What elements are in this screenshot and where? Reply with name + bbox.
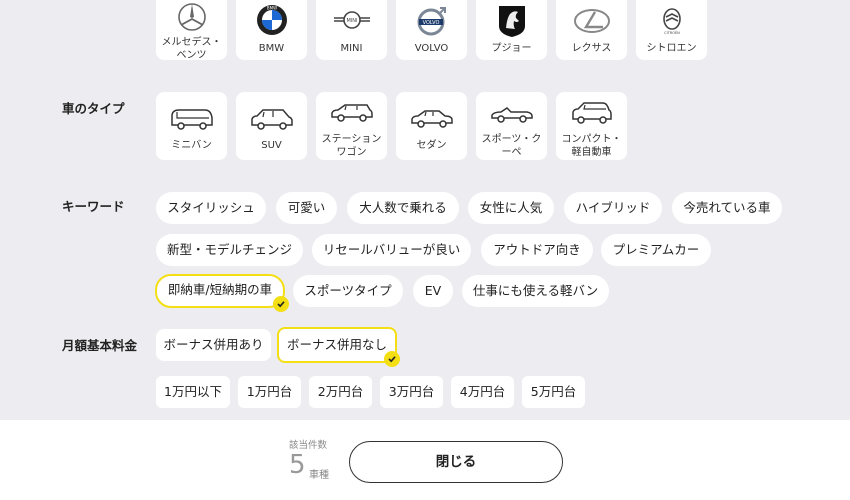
price-option-chip[interactable]: 5万円台 <box>522 376 585 408</box>
keyword-chip[interactable]: 仕事にも使える軽バン <box>462 275 609 307</box>
bonus-option-chip[interactable]: ボーナス併用あり <box>156 329 271 361</box>
price-option-chip[interactable]: 2万円台 <box>309 376 372 408</box>
brand-card-lexus[interactable]: レクサス <box>556 0 627 60</box>
check-icon <box>273 296 289 312</box>
keyword-section-title: キーワード <box>62 199 125 214</box>
brand-label: レクサス <box>571 43 612 54</box>
monthly-fee-section-title: 月額基本料金 <box>62 338 138 353</box>
car-type-card-suv[interactable]: SUV <box>236 92 307 160</box>
brand-label: VOLVO <box>414 43 449 54</box>
car-type-card-sports-coupe[interactable]: スポーツ・ク ーペ <box>476 92 547 160</box>
mini-logo-icon: MINI <box>316 10 387 30</box>
suv-icon <box>236 106 307 132</box>
result-count-value: 5 <box>289 450 306 480</box>
brand-label: BMW <box>258 43 285 54</box>
station-wagon-icon <box>316 102 387 124</box>
brand-card-mini[interactable]: MINI MINI <box>316 0 387 60</box>
svg-text:VOLVO: VOLVO <box>422 20 439 26</box>
filter-panel: メルセデス・ ベンツ BMW BMW MINI MINI VOLVO VOLVO… <box>0 0 850 420</box>
car-type-label: SUV <box>261 140 282 151</box>
car-type-card-minivan[interactable]: ミニバン <box>156 92 227 160</box>
price-option-chip[interactable]: 1万円台 <box>238 376 301 408</box>
keyword-chip[interactable]: 大人数で乗れる <box>347 192 459 224</box>
sports-coupe-icon <box>476 104 547 124</box>
brand-card-volvo[interactable]: VOLVO VOLVO <box>396 0 467 60</box>
price-option-chip[interactable]: 1万円以下 <box>156 376 230 408</box>
citroen-logo-icon: CITROËN <box>636 6 707 36</box>
keyword-chip[interactable]: スタイリッシュ <box>156 192 266 224</box>
result-footer: 該当件数 5 車種 閉じる <box>0 420 850 500</box>
brand-card-bmw[interactable]: BMW BMW <box>236 0 307 60</box>
car-type-card-station-wagon[interactable]: ステーション ワゴン <box>316 92 387 160</box>
brand-card-citroen[interactable]: CITROËN シトロエン <box>636 0 707 60</box>
price-option-chip[interactable]: 3万円台 <box>380 376 443 408</box>
keyword-chip[interactable]: 女性に人気 <box>468 192 554 224</box>
peugeot-logo-icon <box>476 4 547 38</box>
brand-card-peugeot[interactable]: プジョー <box>476 0 547 60</box>
car-type-section-title: 車のタイプ <box>62 101 125 116</box>
svg-text:BMW: BMW <box>266 6 276 11</box>
mercedes-logo-icon <box>156 2 227 32</box>
keyword-chip[interactable]: EV <box>413 275 453 307</box>
brand-label: シトロエン <box>646 43 697 54</box>
car-type-label: ミニバン <box>171 140 212 151</box>
result-count-label: 該当件数 <box>289 440 328 451</box>
brand-card-mercedes[interactable]: メルセデス・ ベンツ <box>156 0 227 61</box>
compact-car-icon <box>556 100 627 126</box>
minivan-icon <box>156 106 227 132</box>
close-button[interactable]: 閉じる <box>349 441 563 483</box>
sedan-icon <box>396 106 467 130</box>
keyword-chip[interactable]: プレミアムカー <box>601 234 711 266</box>
volvo-logo-icon: VOLVO <box>396 6 467 36</box>
car-type-label: ステーション ワゴン <box>321 134 382 158</box>
check-icon <box>384 351 400 367</box>
car-type-label: コンパクト・ 軽自動車 <box>561 134 622 158</box>
lexus-logo-icon <box>556 8 627 34</box>
price-option-chip[interactable]: 4万円台 <box>451 376 514 408</box>
svg-text:CITROËN: CITROËN <box>664 30 680 35</box>
brand-label: メルセデス・ ベンツ <box>161 37 222 61</box>
keyword-chip[interactable]: ハイブリッド <box>564 192 662 224</box>
keyword-chip[interactable]: アウトドア向き <box>481 234 593 266</box>
keyword-chip-selected[interactable]: 即納車/短納期の車 <box>155 274 285 308</box>
keyword-chip[interactable]: スポーツタイプ <box>293 275 403 307</box>
car-type-card-sedan[interactable]: セダン <box>396 92 467 160</box>
keyword-chip[interactable]: 今売れている車 <box>672 192 782 224</box>
keyword-chip[interactable]: リセールバリューが良い <box>312 234 471 266</box>
result-count-unit: 車種 <box>309 470 329 481</box>
brand-label: プジョー <box>491 43 532 54</box>
brand-label: MINI <box>340 43 363 54</box>
keyword-chip[interactable]: 可愛い <box>276 192 337 224</box>
car-type-label: セダン <box>416 140 447 151</box>
car-type-card-compact[interactable]: コンパクト・ 軽自動車 <box>556 92 627 160</box>
bmw-logo-icon: BMW <box>236 4 307 36</box>
car-type-label: スポーツ・ク ーペ <box>481 134 542 158</box>
bonus-option-chip-selected[interactable]: ボーナス併用なし <box>277 327 397 363</box>
svg-text:MINI: MINI <box>346 18 357 24</box>
keyword-chip[interactable]: 新型・モデルチェンジ <box>156 234 303 266</box>
